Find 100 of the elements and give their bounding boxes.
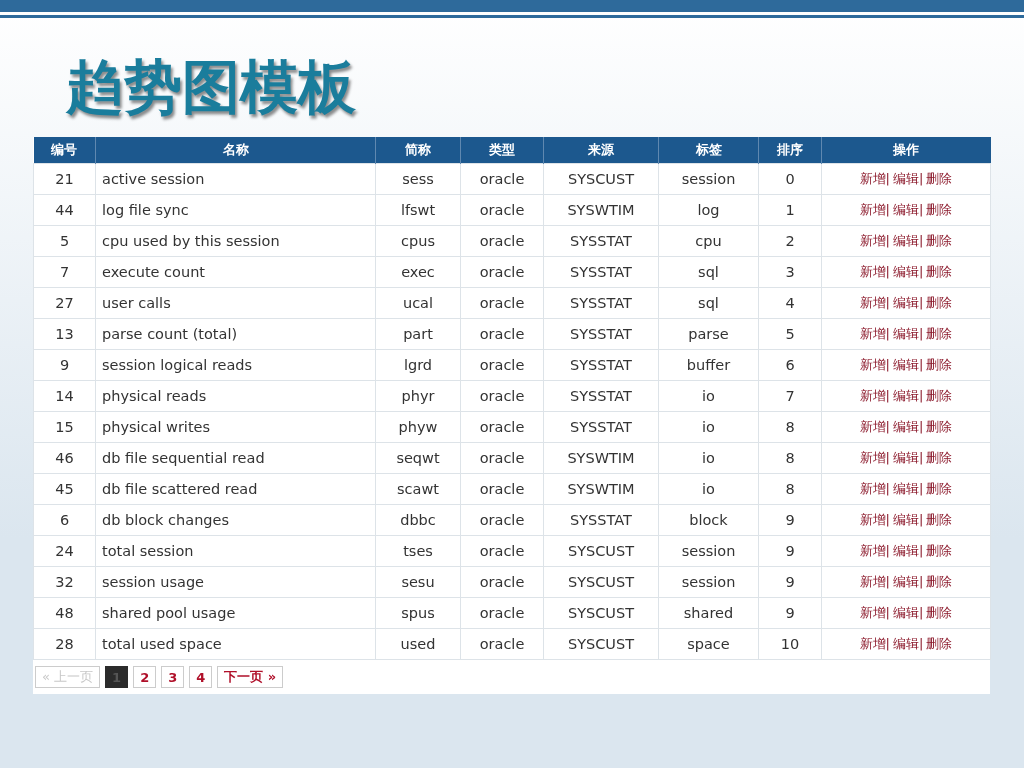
- table-cell: sess: [375, 163, 461, 195]
- action-link[interactable]: 删除: [926, 326, 953, 341]
- table-cell: session: [658, 163, 759, 195]
- separator: |: [919, 481, 924, 496]
- table-cell: shared: [658, 597, 759, 629]
- action-link[interactable]: 新增: [859, 357, 886, 372]
- action-link[interactable]: 编辑: [893, 202, 919, 217]
- action-link[interactable]: 删除: [926, 264, 953, 279]
- action-link[interactable]: 新增: [859, 605, 886, 620]
- table-cell: SYSSTAT: [543, 318, 659, 350]
- action-link[interactable]: 删除: [926, 605, 953, 620]
- table-cell: 21: [33, 163, 96, 195]
- table-cell: oracle: [460, 411, 544, 443]
- action-link[interactable]: 编辑: [893, 295, 919, 310]
- separator: |: [919, 512, 924, 527]
- action-link[interactable]: 编辑: [893, 481, 919, 496]
- separator: |: [919, 326, 924, 341]
- action-link[interactable]: 删除: [926, 512, 953, 527]
- table-cell: 32: [33, 566, 96, 598]
- table-cell: sesu: [375, 566, 461, 598]
- action-link[interactable]: 编辑: [893, 605, 919, 620]
- action-link[interactable]: 编辑: [893, 512, 919, 527]
- action-link[interactable]: 编辑: [893, 543, 919, 558]
- action-link[interactable]: 新增: [859, 388, 886, 403]
- action-link[interactable]: 编辑: [893, 419, 919, 434]
- action-link[interactable]: 删除: [926, 419, 953, 434]
- page-button[interactable]: 4: [189, 666, 213, 688]
- table-cell: used: [375, 628, 461, 660]
- action-link[interactable]: 删除: [926, 233, 953, 248]
- separator: |: [919, 233, 924, 248]
- table-cell: session: [658, 535, 759, 567]
- action-link[interactable]: 新增: [859, 233, 886, 248]
- table-cell: db block changes: [95, 504, 376, 536]
- separator: |: [919, 450, 924, 465]
- table-cell: oracle: [460, 163, 544, 195]
- table-cell: 9: [758, 566, 822, 598]
- action-link[interactable]: 新增: [859, 171, 886, 186]
- table-cell: total session: [95, 535, 376, 567]
- action-link[interactable]: 删除: [926, 481, 953, 496]
- separator: |: [885, 264, 890, 279]
- action-link[interactable]: 新增: [859, 202, 886, 217]
- action-link[interactable]: 删除: [926, 295, 953, 310]
- action-link[interactable]: 编辑: [893, 264, 919, 279]
- column-header: 来源: [543, 137, 659, 164]
- action-link[interactable]: 新增: [859, 543, 886, 558]
- action-link[interactable]: 编辑: [893, 574, 919, 589]
- action-link[interactable]: 新增: [859, 481, 886, 496]
- table-cell: SYSWTIM: [543, 473, 659, 505]
- action-link[interactable]: 删除: [926, 357, 953, 372]
- page-button[interactable]: 3: [161, 666, 185, 688]
- action-link[interactable]: 删除: [926, 636, 953, 651]
- separator: |: [885, 605, 890, 620]
- action-link[interactable]: 编辑: [893, 636, 919, 651]
- table-cell: session usage: [95, 566, 376, 598]
- action-link[interactable]: 编辑: [893, 388, 919, 403]
- table-cell: 5: [758, 318, 822, 350]
- table-cell: SYSCUST: [543, 163, 659, 195]
- action-link[interactable]: 新增: [859, 419, 886, 434]
- table-cell: 6: [758, 349, 822, 381]
- separator: |: [885, 233, 890, 248]
- action-link[interactable]: 编辑: [893, 450, 919, 465]
- table-cell: 44: [33, 194, 96, 226]
- action-link[interactable]: 编辑: [893, 357, 919, 372]
- table-cell: session logical reads: [95, 349, 376, 381]
- action-link[interactable]: 新增: [859, 264, 886, 279]
- table-cell: 8: [758, 442, 822, 474]
- action-link[interactable]: 新增: [859, 450, 886, 465]
- table-cell: space: [658, 628, 759, 660]
- table-cell: active session: [95, 163, 376, 195]
- table-cell: oracle: [460, 566, 544, 598]
- next-page-button[interactable]: 下一页 »: [217, 666, 284, 688]
- action-link[interactable]: 新增: [859, 574, 886, 589]
- table-cell: SYSSTAT: [543, 225, 659, 257]
- action-link[interactable]: 新增: [859, 512, 886, 527]
- table-cell: oracle: [460, 287, 544, 319]
- action-link[interactable]: 删除: [926, 171, 953, 186]
- table-cell: SYSCUST: [543, 566, 659, 598]
- action-link[interactable]: 编辑: [893, 326, 919, 341]
- table-cell: oracle: [460, 442, 544, 474]
- page-button[interactable]: 2: [133, 666, 157, 688]
- action-link[interactable]: 删除: [926, 450, 953, 465]
- action-link[interactable]: 删除: [926, 388, 953, 403]
- action-link[interactable]: 新增: [859, 636, 886, 651]
- table-cell: spus: [375, 597, 461, 629]
- action-link[interactable]: 编辑: [893, 233, 919, 248]
- action-link[interactable]: 删除: [926, 574, 953, 589]
- action-link[interactable]: 删除: [926, 543, 953, 558]
- column-header: 简称: [375, 137, 461, 164]
- table-cell: SYSCUST: [543, 628, 659, 660]
- action-link[interactable]: 新增: [859, 326, 886, 341]
- action-link[interactable]: 编辑: [893, 171, 919, 186]
- action-link[interactable]: 新增: [859, 295, 886, 310]
- table-cell: lgrd: [375, 349, 461, 381]
- table-cell: SYSWTIM: [543, 194, 659, 226]
- table-cell: sql: [658, 287, 759, 319]
- action-link[interactable]: 删除: [926, 202, 953, 217]
- table-cell: oracle: [460, 628, 544, 660]
- table-cell: user calls: [95, 287, 376, 319]
- table-cell: oracle: [460, 225, 544, 257]
- table-cell: 8: [758, 473, 822, 505]
